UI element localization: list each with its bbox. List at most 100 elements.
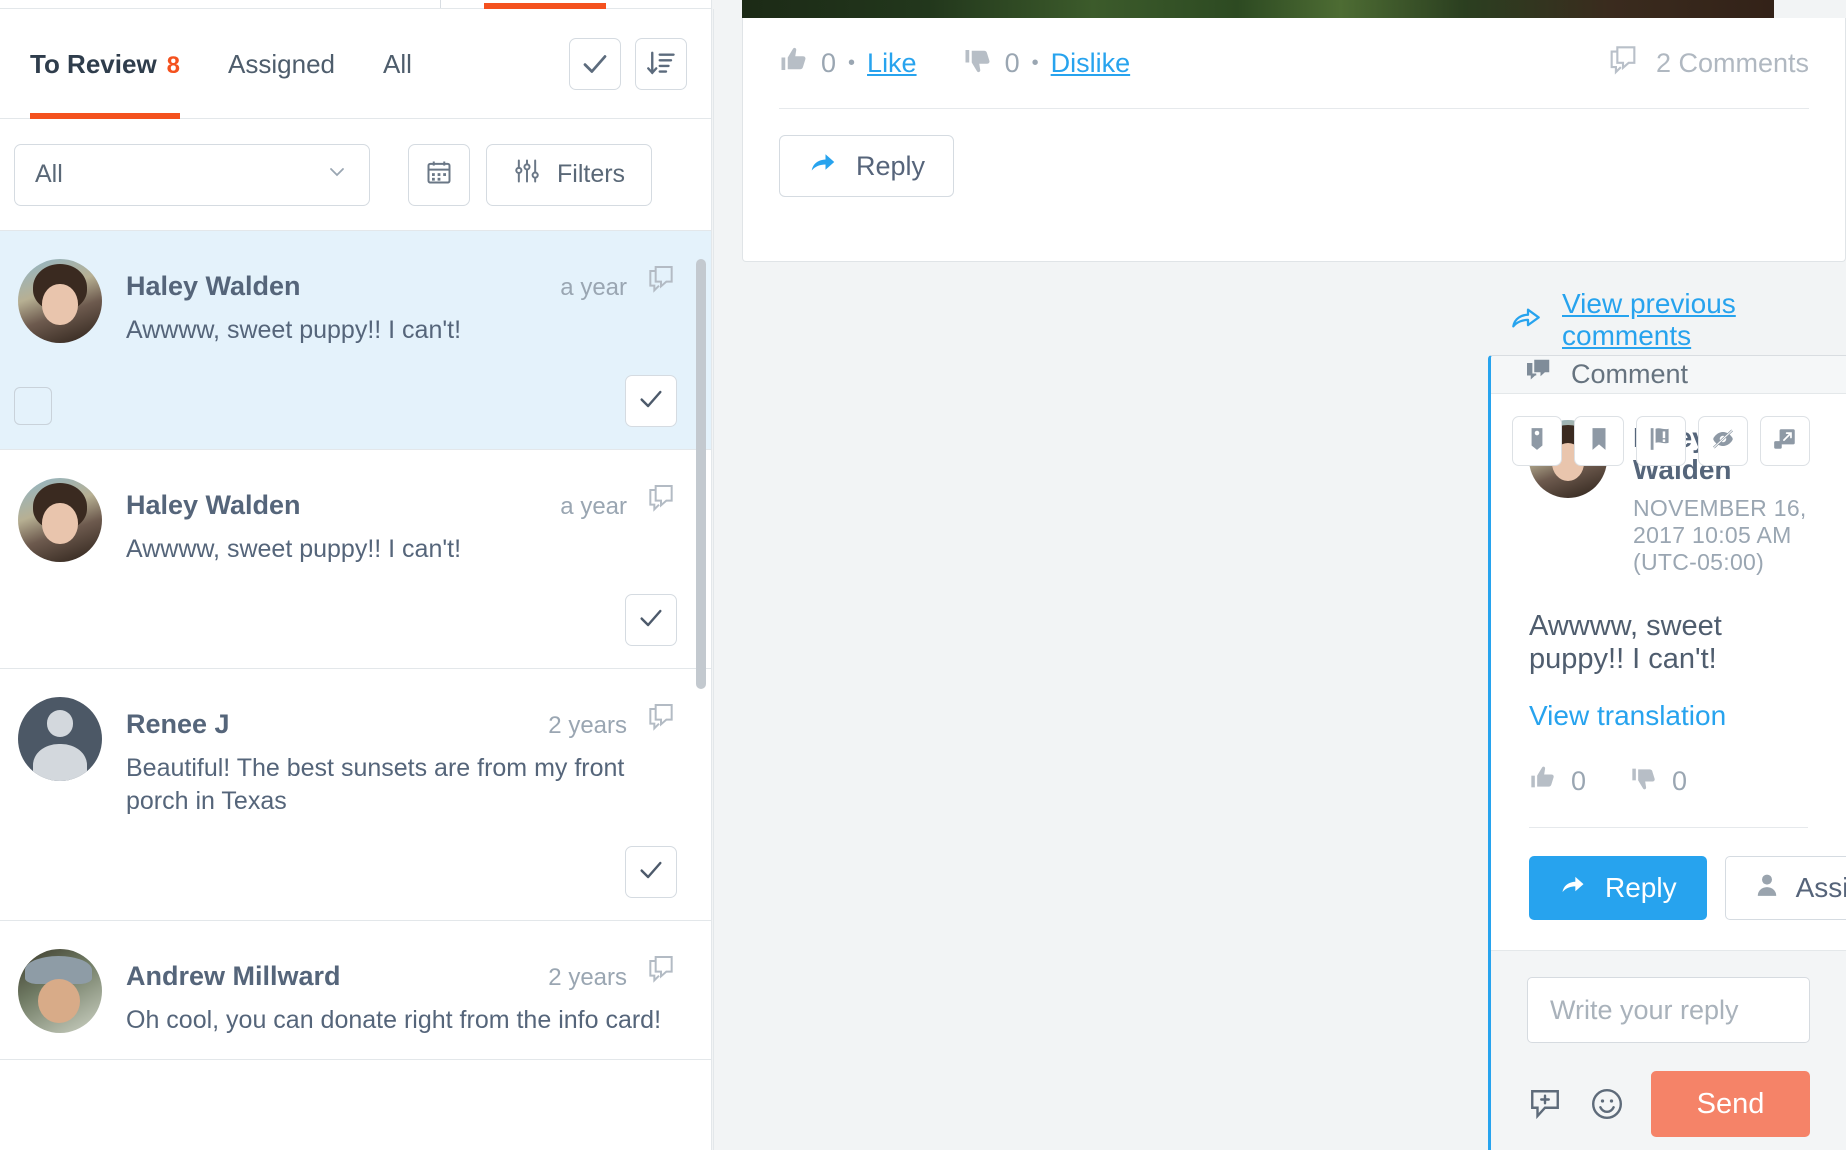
selected-comment-card: Comment Haley Walden NOVEMBER 16, 2017 1…	[1488, 355, 1846, 1150]
list-item-headline: Haley Walden a year	[126, 482, 677, 521]
dislike-count: 0	[1004, 47, 1020, 78]
list-item-approve-button[interactable]	[625, 594, 677, 646]
comment-bubble-icon	[1523, 356, 1553, 393]
dislike-link[interactable]: Dislike	[1051, 48, 1131, 79]
tab-assigned[interactable]: Assigned	[228, 9, 335, 119]
tab-to-review-count: 8	[166, 51, 181, 79]
hide-button[interactable]	[1698, 416, 1748, 466]
reply-toolbar: Send	[1527, 1071, 1810, 1150]
user-icon	[1754, 872, 1780, 905]
comment-card-body: Haley Walden NOVEMBER 16, 2017 10:05 AM …	[1491, 394, 1846, 950]
comment-card-header-label: Comment	[1571, 359, 1689, 389]
scope-select[interactable]: All	[14, 143, 370, 206]
sliders-icon	[513, 157, 541, 192]
bulk-approve-button[interactable]	[569, 37, 621, 90]
list-item-top: Haley Walden a year Awwww, sweet puppy!!…	[18, 478, 677, 566]
filters-button[interactable]: Filters	[486, 143, 653, 206]
comment-reply-label: Reply	[1605, 872, 1677, 903]
tab-all[interactable]: All	[383, 9, 412, 119]
list-item-author: Renee J	[126, 709, 230, 739]
comment-text: Awwww, sweet puppy!! I can't!	[1529, 610, 1722, 675]
post-reply-button[interactable]: Reply	[779, 135, 955, 197]
reply-input[interactable]	[1527, 977, 1810, 1043]
comment-downvote-group: 0	[1630, 764, 1687, 799]
chevron-down-icon	[325, 159, 349, 190]
check-icon	[637, 856, 665, 889]
list-item-top: Renee J 2 years Beautiful! The best suns…	[18, 697, 677, 818]
check-icon	[637, 385, 665, 418]
dislike-group: 0 • Dislike	[963, 45, 1131, 82]
comment-tools	[1512, 416, 1810, 466]
list-item-approve-button[interactable]	[625, 375, 677, 427]
filters-label: Filters	[557, 160, 626, 188]
expand-icon	[1772, 426, 1798, 457]
tag-button[interactable]	[1512, 416, 1562, 466]
list-item-time: 2 years	[548, 712, 627, 739]
list-item-text: Beautiful! The best sunsets are from my …	[126, 754, 625, 815]
comment-detail-panel: 0 • Like 0 • Dislike 2 Comments Reply Vi…	[712, 0, 1846, 1150]
comment-votes: 0 0	[1529, 764, 1808, 799]
bookmark-button[interactable]	[1574, 416, 1624, 466]
list-item-top: Haley Walden a year Awwww, sweet puppy!!…	[18, 259, 677, 347]
post-comments-count-label: 2 Comments	[1655, 47, 1809, 78]
list-item-actions	[18, 594, 677, 646]
tab-divider	[440, 0, 441, 8]
post-comments-count[interactable]: 2 Comments	[1606, 43, 1809, 84]
date-range-button[interactable]	[408, 143, 470, 206]
tab-to-review[interactable]: To Review 8	[30, 9, 181, 119]
panel-gutter	[713, 9, 714, 1150]
thumbs-down-icon[interactable]	[1630, 764, 1658, 799]
reply-arrow-icon	[1559, 871, 1587, 906]
like-group: 0 • Like	[779, 45, 917, 82]
like-count: 0	[821, 47, 837, 78]
view-previous-comments-link[interactable]: View previous comments	[1512, 288, 1846, 352]
list-item-actions	[18, 375, 677, 427]
list-scrollbar[interactable]	[696, 259, 706, 689]
thumbs-up-icon[interactable]	[779, 45, 809, 82]
like-separator: •	[848, 51, 856, 74]
list-item[interactable]: Haley Walden a year Awwww, sweet puppy!!…	[0, 231, 711, 450]
list-item-checkbox[interactable]	[14, 387, 52, 425]
list-item-actions	[18, 846, 677, 898]
comment-moderation-app: To Review 8 Assigned All All Filters Hal…	[0, 0, 1846, 1150]
add-note-icon[interactable]	[1527, 1086, 1563, 1122]
comment-reply-button[interactable]: Reply	[1529, 856, 1707, 920]
list-item-approve-button[interactable]	[625, 846, 677, 898]
tab-all-label: All	[383, 48, 412, 79]
tab-to-review-label: To Review	[30, 48, 157, 79]
smiley-icon[interactable]	[1589, 1086, 1625, 1122]
list-item-top: Andrew Millward 2 years Oh cool, you can…	[18, 949, 677, 1037]
assign-button[interactable]: Assign	[1724, 856, 1846, 920]
list-item-author: Haley Walden	[126, 271, 301, 301]
comment-upvote-count: 0	[1571, 766, 1587, 796]
review-tabs: To Review 8 Assigned All	[0, 9, 711, 119]
calendar-icon	[425, 158, 453, 191]
like-link[interactable]: Like	[867, 48, 917, 79]
expand-button[interactable]	[1760, 416, 1810, 466]
send-button[interactable]: Send	[1651, 1071, 1810, 1137]
thumbs-up-icon[interactable]	[1529, 764, 1557, 799]
thumbs-down-icon[interactable]	[963, 45, 993, 82]
dislike-separator: •	[1031, 51, 1039, 74]
tag-icon	[1524, 426, 1550, 457]
list-item[interactable]: Andrew Millward 2 years Oh cool, you can…	[0, 921, 711, 1060]
list-item-body: Haley Walden a year Awwww, sweet puppy!!…	[126, 478, 677, 566]
post-reply-row: Reply	[779, 109, 1809, 223]
flag-button[interactable]	[1636, 416, 1686, 466]
list-item-text: Oh cool, you can donate right from the i…	[126, 1006, 662, 1034]
comment-downvote-count: 0	[1672, 766, 1688, 796]
list-item[interactable]: Renee J 2 years Beautiful! The best suns…	[0, 669, 711, 921]
sort-button[interactable]	[635, 37, 687, 90]
list-item[interactable]: Haley Walden a year Awwww, sweet puppy!!…	[0, 450, 711, 669]
list-item-author: Haley Walden	[126, 490, 301, 520]
view-translation-link[interactable]: View translation	[1529, 700, 1808, 732]
list-item-body: Renee J 2 years Beautiful! The best suns…	[126, 697, 677, 818]
tab-assigned-label: Assigned	[228, 48, 335, 79]
list-item-text: Awwww, sweet puppy!! I can't!	[126, 316, 462, 344]
list-item-headline: Haley Walden a year	[126, 263, 677, 302]
bookmark-icon	[1586, 426, 1612, 457]
check-icon	[580, 49, 610, 79]
hide-eye-icon	[1710, 426, 1736, 457]
comment-bubble-icon	[645, 482, 677, 519]
reply-arrow-icon	[1512, 303, 1544, 338]
